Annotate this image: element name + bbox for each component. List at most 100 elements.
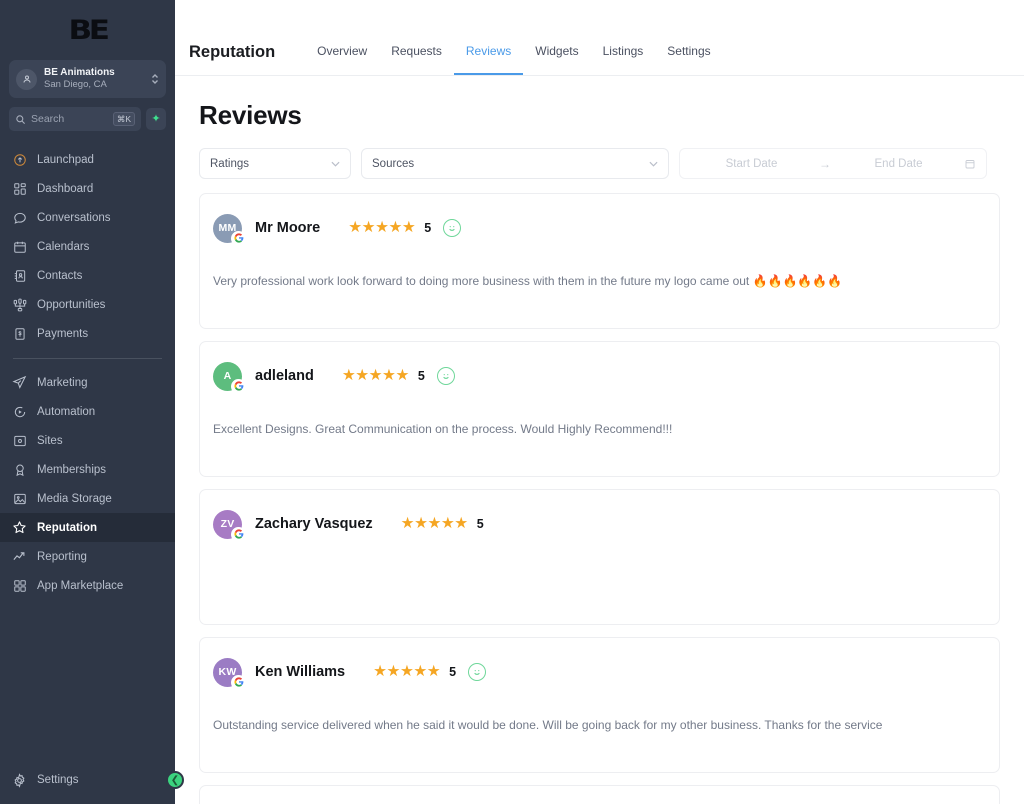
sites-icon — [12, 433, 27, 448]
sidebar-item-reputation[interactable]: Reputation — [0, 513, 175, 542]
top-bar: Reputation Overview Requests Reviews Wid… — [175, 0, 1024, 76]
google-g-icon — [232, 232, 245, 245]
sidebar-item-launchpad[interactable]: Launchpad — [0, 145, 175, 174]
page-title: Reviews — [199, 100, 1000, 131]
search-icon — [15, 114, 26, 125]
calendar-icon — [12, 239, 27, 254]
sidebar-item-reporting[interactable]: Reporting — [0, 542, 175, 571]
sidebar-item-opportunities[interactable]: Opportunities — [0, 290, 175, 319]
sidebar-item-memberships[interactable]: Memberships — [0, 455, 175, 484]
paper-plane-icon — [12, 375, 27, 390]
tab-listings[interactable]: Listings — [591, 29, 656, 75]
sidebar-item-label: Reporting — [37, 551, 87, 563]
trend-line-icon — [12, 549, 27, 564]
avatar: KW — [213, 658, 242, 687]
star-rating: ★★★★★ — [342, 368, 409, 384]
review-card[interactable] — [199, 785, 1000, 804]
account-text: BE Animations San Diego, CA — [44, 67, 151, 91]
sidebar-collapse-button[interactable]: ❮ — [166, 771, 184, 789]
rating-value: 5 — [424, 221, 431, 235]
sparkle-ai-button[interactable]: ✦ — [146, 108, 166, 130]
chevron-down-icon — [649, 159, 658, 169]
dashboard-grid-icon — [12, 181, 27, 196]
sidebar-item-app-marketplace[interactable]: App Marketplace — [0, 571, 175, 600]
review-header: KW Ken Williams — [213, 652, 986, 692]
tab-settings[interactable]: Settings — [655, 29, 722, 75]
review-card[interactable]: ZV Zachary Vasquez — [199, 489, 1000, 625]
image-icon — [12, 491, 27, 506]
search-input[interactable]: Search ⌘K — [9, 107, 141, 131]
sidebar-item-sites[interactable]: Sites — [0, 426, 175, 455]
google-g-icon — [232, 528, 245, 541]
tab-overview[interactable]: Overview — [305, 29, 379, 75]
ratings-filter-select[interactable]: Ratings — [199, 148, 351, 179]
rocket-launchpad-icon — [12, 152, 27, 167]
page-module-title: Reputation — [189, 43, 275, 62]
tab-label: Settings — [667, 44, 710, 58]
review-header: A adleland — [213, 356, 986, 396]
sidebar-item-payments[interactable]: Payments — [0, 319, 175, 348]
rating-value: 5 — [449, 665, 456, 679]
sidebar-item-automation[interactable]: Automation — [0, 397, 175, 426]
tab-requests[interactable]: Requests — [379, 29, 454, 75]
avatar: A — [213, 362, 242, 391]
sidebar: BE BE Animations San Diego, CA — [0, 0, 175, 804]
star-rating: ★★★★★ — [348, 220, 415, 236]
sidebar-item-label: App Marketplace — [37, 580, 123, 592]
review-header — [213, 800, 986, 804]
sidebar-item-media-storage[interactable]: Media Storage — [0, 484, 175, 513]
ratings-filter-label: Ratings — [210, 158, 331, 170]
review-card[interactable]: MM Mr Moore — [199, 193, 1000, 329]
tab-widgets[interactable]: Widgets — [523, 29, 590, 75]
star-icon — [12, 520, 27, 535]
calendar-icon — [964, 158, 976, 170]
rating-block: ★★★★★ 5 — [401, 516, 484, 532]
sidebar-item-settings[interactable]: Settings — [0, 756, 175, 804]
tab-label: Requests — [391, 44, 442, 58]
sidebar-item-label: Memberships — [37, 464, 106, 476]
sidebar-item-marketing[interactable]: Marketing — [0, 368, 175, 397]
sidebar-item-conversations[interactable]: Conversations — [0, 203, 175, 232]
review-header: MM Mr Moore — [213, 208, 986, 248]
sidebar-item-contacts[interactable]: Contacts — [0, 261, 175, 290]
chevron-left-icon: ❮ — [171, 775, 179, 786]
review-text: Excellent Designs. Great Communication o… — [213, 420, 986, 438]
smiley-face-icon — [443, 219, 461, 237]
sidebar-item-label: Contacts — [37, 270, 82, 282]
apps-grid-icon — [12, 578, 27, 593]
reviewer-name: Mr Moore — [255, 220, 320, 236]
review-text: Outstanding service delivered when he sa… — [213, 716, 986, 734]
start-date-input[interactable]: Start Date — [690, 158, 813, 170]
end-date-input[interactable]: End Date — [837, 158, 960, 170]
award-ribbon-icon — [12, 462, 27, 477]
sidebar-item-calendars[interactable]: Calendars — [0, 232, 175, 261]
tab-reviews[interactable]: Reviews — [454, 29, 523, 75]
star-rating: ★★★★★ — [373, 664, 440, 680]
sidebar-item-label: Reputation — [37, 522, 97, 534]
sidebar-item-label: Automation — [37, 406, 95, 418]
sidebar-item-label: Payments — [37, 328, 88, 340]
review-card[interactable]: A adleland — [199, 341, 1000, 477]
payments-dollar-icon — [12, 326, 27, 341]
play-circle-icon — [12, 404, 27, 419]
account-switcher[interactable]: BE Animations San Diego, CA — [9, 60, 166, 98]
avatar-initials: A — [224, 370, 232, 382]
tab-label: Overview — [317, 44, 367, 58]
review-header: ZV Zachary Vasquez — [213, 504, 986, 544]
review-card[interactable]: KW Ken Williams — [199, 637, 1000, 773]
rating-block: ★★★★★ 5 — [342, 367, 455, 385]
sidebar-item-dashboard[interactable]: Dashboard — [0, 174, 175, 203]
app-logo[interactable]: BE — [0, 0, 175, 52]
sources-filter-label: Sources — [372, 158, 649, 170]
filter-bar: Ratings Sources Start Date → End Date — [199, 148, 1000, 179]
reviewer-name: Ken Williams — [255, 664, 345, 680]
avatar: MM — [213, 214, 242, 243]
chevron-up-down-icon — [151, 72, 159, 86]
account-name: BE Animations — [44, 67, 151, 79]
date-range-arrow-icon: → — [813, 157, 837, 171]
sources-filter-select[interactable]: Sources — [361, 148, 669, 179]
search-placeholder: Search — [31, 113, 113, 125]
sidebar-item-label: Conversations — [37, 212, 111, 224]
date-range-picker[interactable]: Start Date → End Date — [679, 148, 987, 179]
tab-label: Widgets — [535, 44, 578, 58]
